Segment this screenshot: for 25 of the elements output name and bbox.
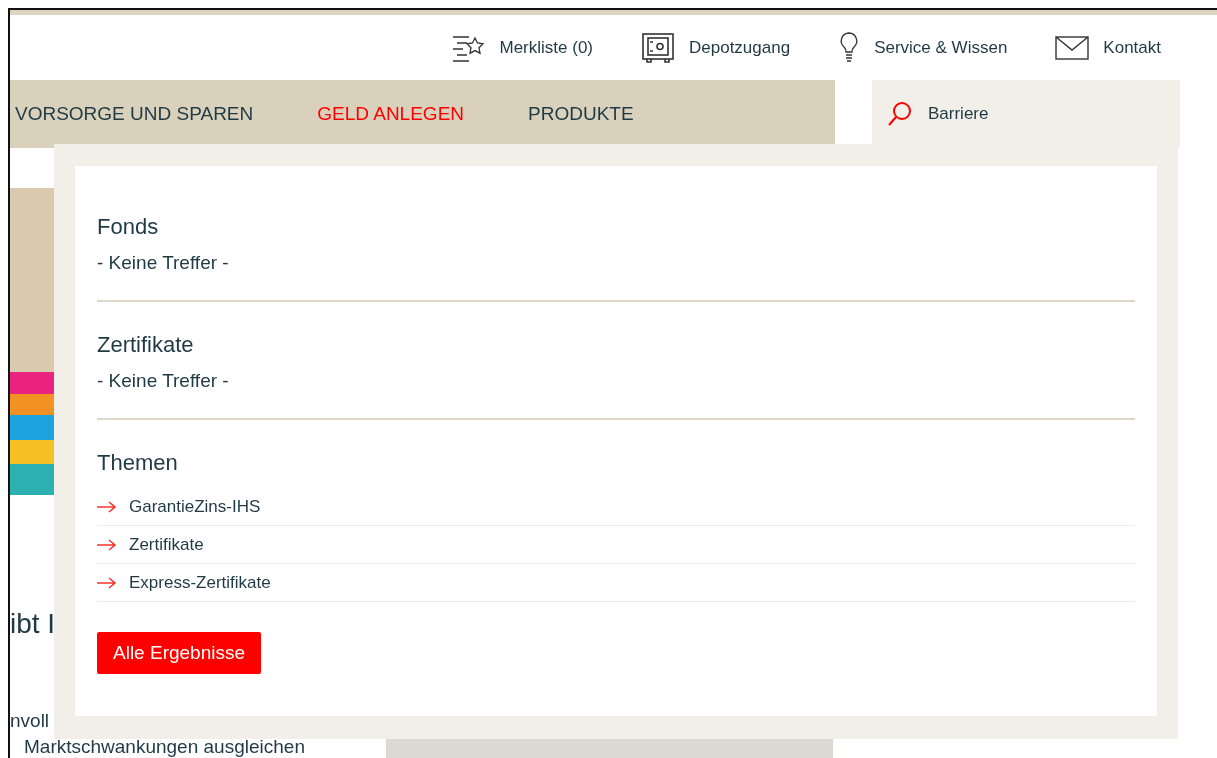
result-link[interactable]: GarantieZins-IHS (97, 488, 1135, 526)
search-icon (886, 100, 914, 128)
article-heading: ibt I (10, 608, 56, 640)
section-heading: Zertifikate (97, 332, 195, 358)
section-heading: Themen (97, 450, 179, 476)
article-text: nvoll (10, 709, 51, 733)
utility-link[interactable]: Depotzugang (641, 31, 791, 64)
utility-link[interactable]: Kontakt (1055, 35, 1161, 60)
utility-link[interactable]: Merkliste (0) (451, 32, 593, 63)
envelope-icon (1055, 35, 1090, 60)
nav-tab[interactable]: VORSORGE UND SPAREN (15, 103, 254, 125)
arrow-right-icon (97, 576, 117, 589)
arrow-right-icon (97, 500, 117, 513)
result-link[interactable]: Zertifikate (97, 526, 1135, 564)
search-field[interactable]: Barriere (926, 103, 1130, 125)
no-results-text: - Keine Treffer - (97, 252, 230, 274)
utility-link[interactable]: Service & Wissen (838, 30, 1008, 65)
nav-tab[interactable]: PRODUKTE (528, 103, 634, 125)
result-link[interactable]: Express-Zertifikate (97, 564, 1135, 602)
all-results-button[interactable]: Alle Ergebnisse (97, 632, 262, 674)
arrow-right-icon (97, 538, 117, 551)
safe-icon (641, 31, 675, 64)
section-heading: Fonds (97, 214, 160, 240)
no-results-text: - Keine Treffer - (97, 370, 230, 392)
article-text: Marktschwankungen ausgleichen (23, 735, 305, 758)
